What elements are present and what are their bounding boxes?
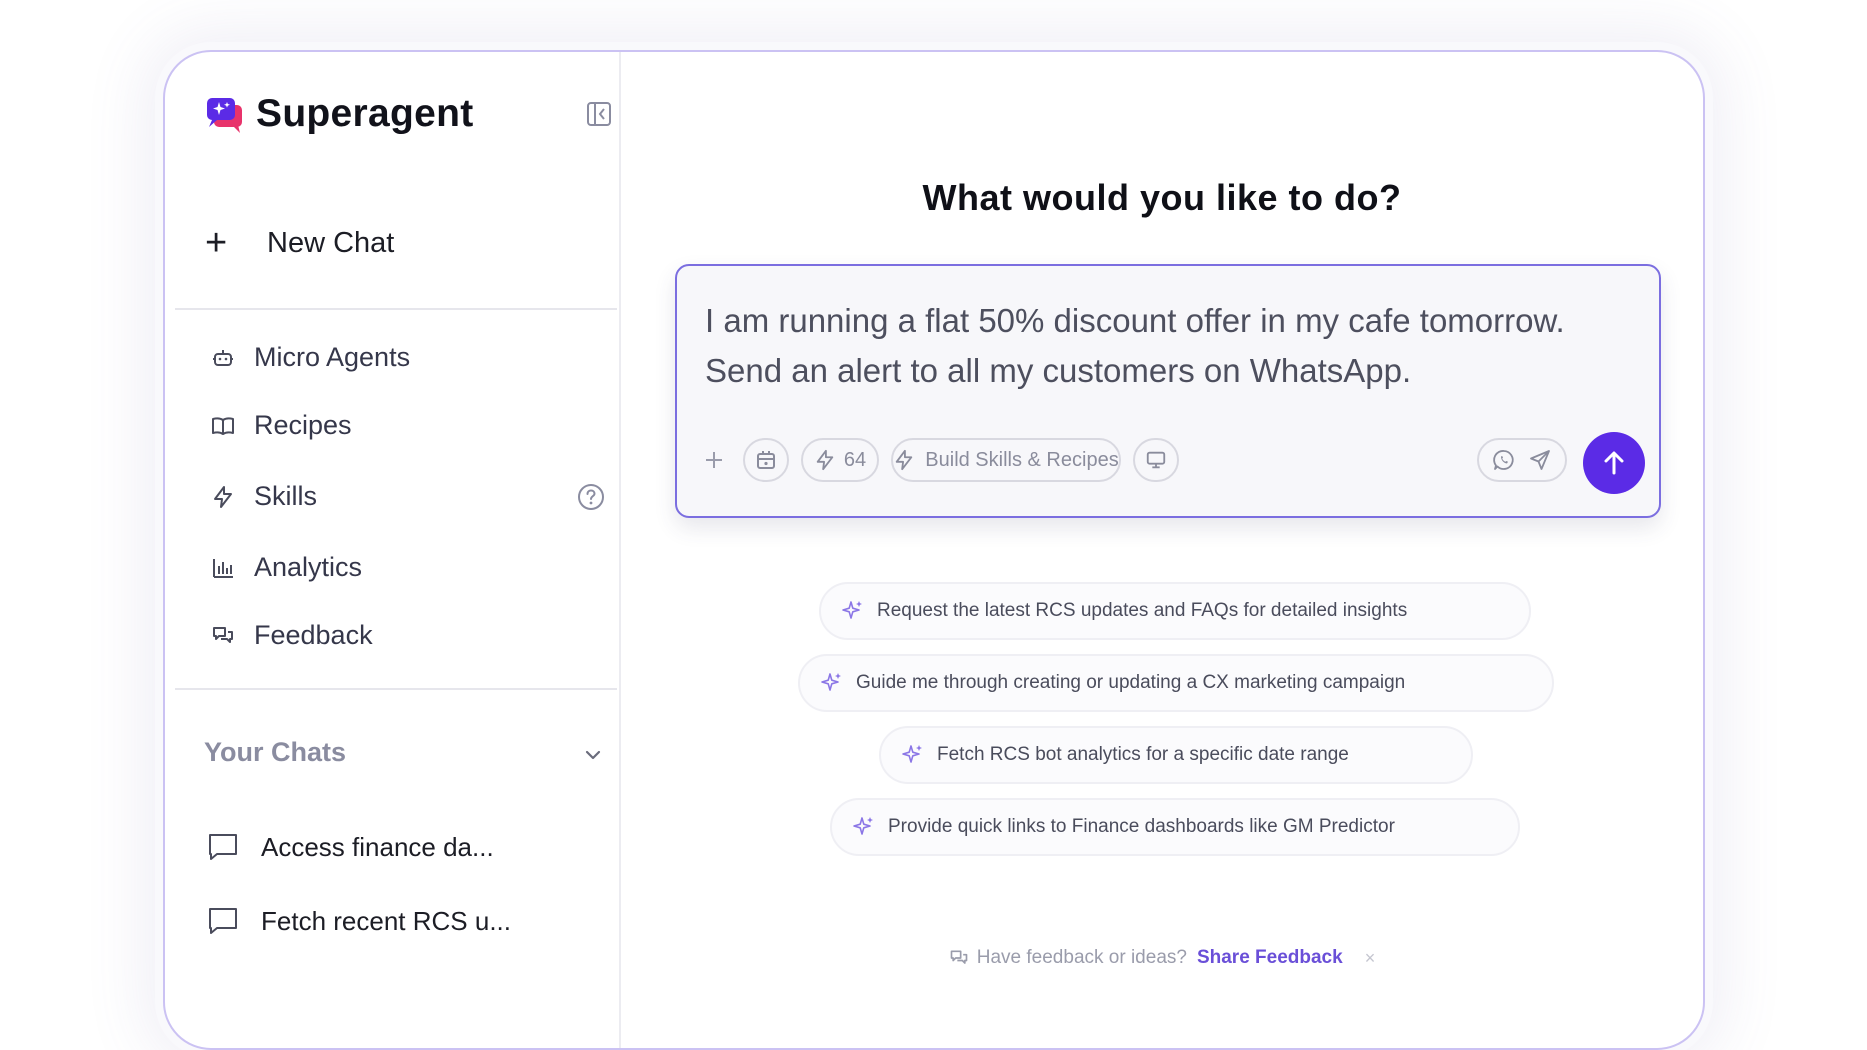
new-chat-label: New Chat bbox=[267, 226, 395, 259]
monitor-icon bbox=[1146, 451, 1166, 469]
help-circle-icon[interactable] bbox=[577, 483, 605, 511]
brand-name: Superagent bbox=[256, 92, 474, 135]
suggestion-text: Provide quick links to Finance dashboard… bbox=[888, 816, 1395, 837]
lightning-icon bbox=[816, 449, 834, 471]
skills-count-button[interactable]: 64 bbox=[801, 438, 879, 482]
main-panel: What would you like to do? I am running … bbox=[621, 52, 1703, 1048]
plus-icon: + bbox=[205, 222, 228, 264]
chat-history-item[interactable]: Access finance da... bbox=[207, 831, 494, 863]
sidebar-item-label: Recipes bbox=[254, 410, 352, 440]
sparkle-icon bbox=[853, 817, 873, 835]
suggestion-text: Guide me through creating or updating a … bbox=[856, 672, 1406, 693]
chat-history-label: Fetch recent RCS u... bbox=[261, 905, 511, 936]
whatsapp-icon[interactable] bbox=[1492, 448, 1516, 472]
sidebar-divider bbox=[175, 308, 617, 310]
page-title: What would you like to do? bbox=[922, 177, 1402, 218]
screen-button[interactable] bbox=[1133, 438, 1179, 482]
your-chats-title: Your Chats bbox=[204, 737, 347, 767]
skills-count: 64 bbox=[843, 448, 867, 471]
build-skills-label: Build Skills & Recipes bbox=[925, 448, 1119, 471]
suggestion-chip[interactable]: Guide me through creating or updating a … bbox=[798, 654, 1554, 712]
arrow-up-icon bbox=[1604, 451, 1624, 475]
lightning-icon bbox=[896, 449, 913, 471]
channel-selector[interactable] bbox=[1477, 438, 1567, 482]
suggestion-text: Request the latest RCS updates and FAQs … bbox=[877, 600, 1408, 621]
chat-bubbles-icon bbox=[950, 950, 968, 964]
media-button[interactable] bbox=[743, 438, 789, 482]
bar-chart-icon bbox=[210, 555, 236, 581]
superagent-logo-icon bbox=[207, 98, 242, 133]
sidebar: Superagent + New Chat Micro Agents Recip… bbox=[165, 52, 621, 1048]
sidebar-item-label: Analytics bbox=[254, 552, 363, 582]
book-icon bbox=[210, 413, 236, 439]
sidebar-item-skills[interactable]: Skills bbox=[210, 481, 605, 512]
sidebar-item-feedback[interactable]: Feedback bbox=[210, 620, 605, 651]
bot-icon bbox=[210, 345, 236, 371]
prompt-input[interactable]: I am running a flat 50% discount offer i… bbox=[705, 296, 1635, 396]
lightning-icon bbox=[210, 484, 236, 510]
feedback-prompt-text: Have feedback or ideas? bbox=[976, 947, 1187, 968]
build-skills-button[interactable]: Build Skills & Recipes bbox=[891, 438, 1121, 482]
share-feedback-link[interactable]: Share Feedback bbox=[1197, 947, 1343, 969]
send-plane-icon[interactable] bbox=[1528, 448, 1552, 472]
suggestion-text: Fetch RCS bot analytics for a specific d… bbox=[937, 744, 1349, 765]
sidebar-item-analytics[interactable]: Analytics bbox=[210, 552, 605, 583]
chat-history-label: Access finance da... bbox=[261, 831, 494, 862]
suggestion-chip[interactable]: Request the latest RCS updates and FAQs … bbox=[819, 582, 1531, 640]
submit-button[interactable] bbox=[1583, 432, 1645, 494]
sidebar-item-label: Skills bbox=[254, 481, 318, 511]
add-attachment-icon[interactable] bbox=[699, 445, 729, 475]
sparkle-icon bbox=[842, 601, 862, 619]
sparkle-icon bbox=[902, 745, 922, 763]
chat-history-item[interactable]: Fetch recent RCS u... bbox=[207, 905, 511, 937]
chat-bubble-icon bbox=[209, 908, 237, 934]
suggestion-chip[interactable]: Provide quick links to Finance dashboard… bbox=[830, 798, 1520, 856]
dismiss-feedback-button[interactable]: × bbox=[1365, 948, 1376, 969]
sidebar-item-micro-agents[interactable]: Micro Agents bbox=[210, 342, 605, 373]
sidebar-divider bbox=[175, 688, 617, 690]
app-window: Superagent + New Chat Micro Agents Recip… bbox=[163, 50, 1705, 1050]
chevron-down-icon[interactable] bbox=[582, 744, 604, 766]
prompt-composer[interactable]: I am running a flat 50% discount offer i… bbox=[675, 264, 1661, 518]
chat-bubble-icon bbox=[209, 834, 237, 860]
feedback-prompt-row: Have feedback or ideas? Share Feedback × bbox=[621, 947, 1703, 969]
sparkle-icon bbox=[821, 673, 841, 691]
sidebar-collapse-icon[interactable] bbox=[585, 100, 613, 128]
sidebar-item-label: Feedback bbox=[254, 620, 373, 650]
brand[interactable]: Superagent bbox=[204, 92, 474, 136]
suggestion-chip[interactable]: Fetch RCS bot analytics for a specific d… bbox=[879, 726, 1473, 784]
sidebar-item-recipes[interactable]: Recipes bbox=[210, 410, 605, 441]
sidebar-item-label: Micro Agents bbox=[254, 342, 411, 372]
chat-bubbles-icon bbox=[210, 623, 236, 649]
media-calendar-icon bbox=[757, 451, 775, 469]
new-chat-button[interactable]: + New Chat bbox=[205, 224, 394, 262]
